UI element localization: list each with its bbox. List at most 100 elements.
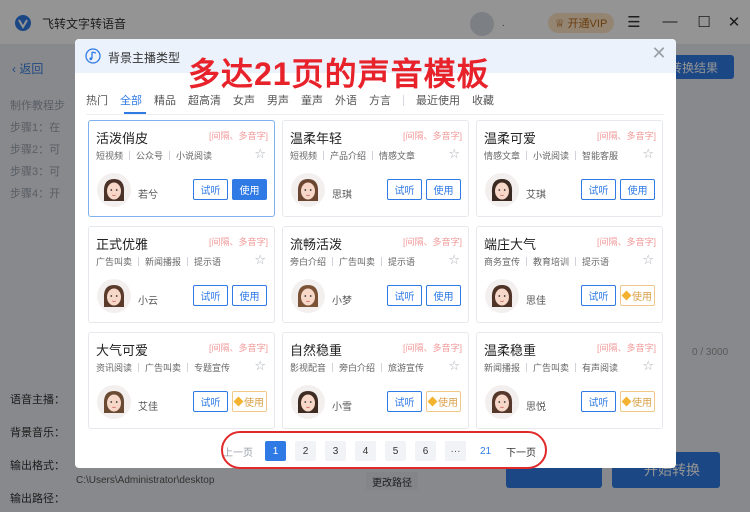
vip-gem-icon bbox=[621, 290, 632, 301]
voice-name: 温柔稳重 bbox=[484, 343, 537, 358]
voice-tag: 产品介绍 bbox=[330, 151, 367, 161]
listen-button[interactable]: 试听 bbox=[193, 179, 228, 200]
use-button[interactable]: 使用 bbox=[426, 285, 461, 306]
star-icon[interactable]: ☆ bbox=[642, 146, 654, 162]
speaker-name: 艾琪 bbox=[526, 190, 546, 201]
tab-ultra-hd[interactable]: 超高清 bbox=[188, 92, 221, 108]
listen-button[interactable]: 试听 bbox=[193, 391, 228, 412]
tag-divider bbox=[372, 151, 374, 160]
voice-name: 流畅活泼 bbox=[290, 237, 343, 252]
voice-tag: 短视频 bbox=[290, 151, 318, 161]
star-icon[interactable]: ☆ bbox=[448, 252, 460, 268]
modal-title: 背景主播类型 bbox=[108, 51, 181, 65]
voice-tag: 短视频 bbox=[96, 151, 124, 161]
voice-tag: 小说阅读 bbox=[533, 151, 570, 161]
highlight-oval bbox=[221, 431, 547, 469]
voice-name: 活泼俏皮 bbox=[96, 131, 149, 146]
voice-card[interactable]: 温柔可爱 [间隔、多音字] 情感文章 小说阅读 智能客服 ☆ 艾琪 试听 使用 bbox=[476, 120, 663, 217]
speaker-name: 思悦 bbox=[526, 402, 546, 413]
tab-female[interactable]: 女声 bbox=[233, 92, 255, 108]
voice-tag: 广告叫卖 bbox=[533, 363, 570, 373]
tab-child[interactable]: 童声 bbox=[301, 92, 323, 108]
category-tabs: 热门 全部 精品 超高清 女声 男声 童声 外语 方言 最近使用 收藏 bbox=[86, 91, 506, 109]
voice-tag: 提示语 bbox=[194, 257, 222, 267]
use-label: 使用 bbox=[632, 398, 652, 409]
listen-button[interactable]: 试听 bbox=[387, 391, 422, 412]
tab-dialect[interactable]: 方言 bbox=[369, 92, 391, 108]
tab-divider bbox=[403, 94, 404, 106]
tab-male[interactable]: 男声 bbox=[267, 92, 289, 108]
voice-tag: 新闻播报 bbox=[484, 363, 521, 373]
voice-tag: 教育培训 bbox=[533, 257, 570, 267]
speaker-avatar bbox=[485, 279, 519, 313]
listen-button[interactable]: 试听 bbox=[581, 285, 616, 306]
voice-card[interactable]: 自然稳重 [间隔、多音字] 影视配音 旁白介绍 旅游宣传 ☆ 小雪 试听 使用 bbox=[282, 332, 469, 429]
voice-card[interactable]: 正式优雅 [间隔、多音字] 广告叫卖 新闻播报 提示语 ☆ 小云 试听 使用 bbox=[88, 226, 275, 323]
voice-name: 自然稳重 bbox=[290, 343, 343, 358]
tab-favorites[interactable]: 收藏 bbox=[472, 92, 494, 108]
voice-tag: 广告叫卖 bbox=[339, 257, 376, 267]
speaker-name: 若兮 bbox=[138, 190, 158, 201]
tab-hot[interactable]: 热门 bbox=[86, 92, 108, 108]
voice-card[interactable]: 大气可爱 [间隔、多音字] 资讯阅读 广告叫卖 专题宣传 ☆ 艾佳 试听 使用 bbox=[88, 332, 275, 429]
listen-button[interactable]: 试听 bbox=[193, 285, 228, 306]
voice-tag: 资讯阅读 bbox=[96, 363, 133, 373]
voice-tag: 提示语 bbox=[582, 257, 610, 267]
voice-name: 大气可爱 bbox=[96, 343, 149, 358]
voice-name: 温柔年轻 bbox=[290, 131, 343, 146]
tag-divider bbox=[169, 151, 171, 160]
use-label: 使用 bbox=[239, 186, 260, 197]
listen-button[interactable]: 试听 bbox=[581, 391, 616, 412]
voice-card[interactable]: 活泼俏皮 [间隔、多音字] 短视频 公众号 小说阅读 ☆ 若兮 试听 使用 bbox=[88, 120, 275, 217]
feature-badge: [间隔、多音字] bbox=[596, 343, 656, 353]
voice-tag: 广告叫卖 bbox=[145, 363, 182, 373]
speaker-avatar bbox=[97, 173, 131, 207]
voice-tag: 智能客服 bbox=[582, 151, 619, 161]
tag-divider bbox=[526, 257, 528, 266]
use-button[interactable]: 使用 bbox=[232, 391, 267, 412]
tab-all[interactable]: 全部 bbox=[120, 92, 142, 108]
use-button[interactable]: 使用 bbox=[620, 391, 655, 412]
vip-gem-icon bbox=[427, 396, 438, 407]
use-button[interactable]: 使用 bbox=[426, 179, 461, 200]
star-icon[interactable]: ☆ bbox=[254, 252, 266, 268]
listen-button[interactable]: 试听 bbox=[387, 179, 422, 200]
voice-card[interactable]: 温柔年轻 [间隔、多音字] 短视频 产品介绍 情感文章 ☆ 思琪 试听 使用 bbox=[282, 120, 469, 217]
listen-button[interactable]: 试听 bbox=[581, 179, 616, 200]
voice-tag: 新闻播报 bbox=[145, 257, 182, 267]
star-icon[interactable]: ☆ bbox=[448, 358, 460, 374]
tab-premium[interactable]: 精品 bbox=[154, 92, 176, 108]
voice-card[interactable]: 温柔稳重 [间隔、多音字] 新闻播报 广告叫卖 有声阅读 ☆ 思悦 试听 使用 bbox=[476, 332, 663, 429]
tab-foreign[interactable]: 外语 bbox=[335, 92, 357, 108]
voice-tags: 旁白介绍 广告叫卖 提示语 bbox=[290, 255, 415, 268]
use-button[interactable]: 使用 bbox=[620, 179, 655, 200]
voice-card[interactable]: 流畅活泼 [间隔、多音字] 旁白介绍 广告叫卖 提示语 ☆ 小梦 试听 使用 bbox=[282, 226, 469, 323]
star-icon[interactable]: ☆ bbox=[642, 358, 654, 374]
voice-tag: 影视配音 bbox=[290, 363, 327, 373]
voice-tags: 短视频 产品介绍 情感文章 bbox=[290, 149, 415, 162]
vip-gem-icon bbox=[233, 396, 244, 407]
use-label: 使用 bbox=[632, 292, 652, 303]
star-icon[interactable]: ☆ bbox=[642, 252, 654, 268]
star-icon[interactable]: ☆ bbox=[254, 358, 266, 374]
close-icon[interactable]: ✕ bbox=[649, 43, 669, 64]
speaker-avatar bbox=[97, 279, 131, 313]
voice-tag: 情感文章 bbox=[484, 151, 521, 161]
voice-tag: 广告叫卖 bbox=[96, 257, 133, 267]
feature-badge: [间隔、多音字] bbox=[596, 237, 656, 247]
star-icon[interactable]: ☆ bbox=[448, 146, 460, 162]
voice-template-modal: 背景主播类型 ✕ 多达21页的声音模板 热门 全部 精品 超高清 女声 男声 童… bbox=[75, 39, 676, 469]
star-icon[interactable]: ☆ bbox=[254, 146, 266, 162]
tag-divider bbox=[575, 257, 577, 266]
speaker-name: 思琪 bbox=[332, 190, 352, 201]
use-button[interactable]: 使用 bbox=[426, 391, 461, 412]
voice-tags: 短视频 公众号 小说阅读 bbox=[96, 149, 212, 162]
tab-recent[interactable]: 最近使用 bbox=[416, 92, 460, 108]
use-button[interactable]: 使用 bbox=[232, 179, 267, 200]
use-label: 使用 bbox=[433, 186, 454, 197]
voice-card[interactable]: 端庄大气 [间隔、多音字] 商务宣传 教育培训 提示语 ☆ 思佳 试听 使用 bbox=[476, 226, 663, 323]
use-button[interactable]: 使用 bbox=[620, 285, 655, 306]
use-button[interactable]: 使用 bbox=[232, 285, 267, 306]
promo-headline: 多达21页的声音模板 bbox=[188, 56, 490, 92]
listen-button[interactable]: 试听 bbox=[387, 285, 422, 306]
